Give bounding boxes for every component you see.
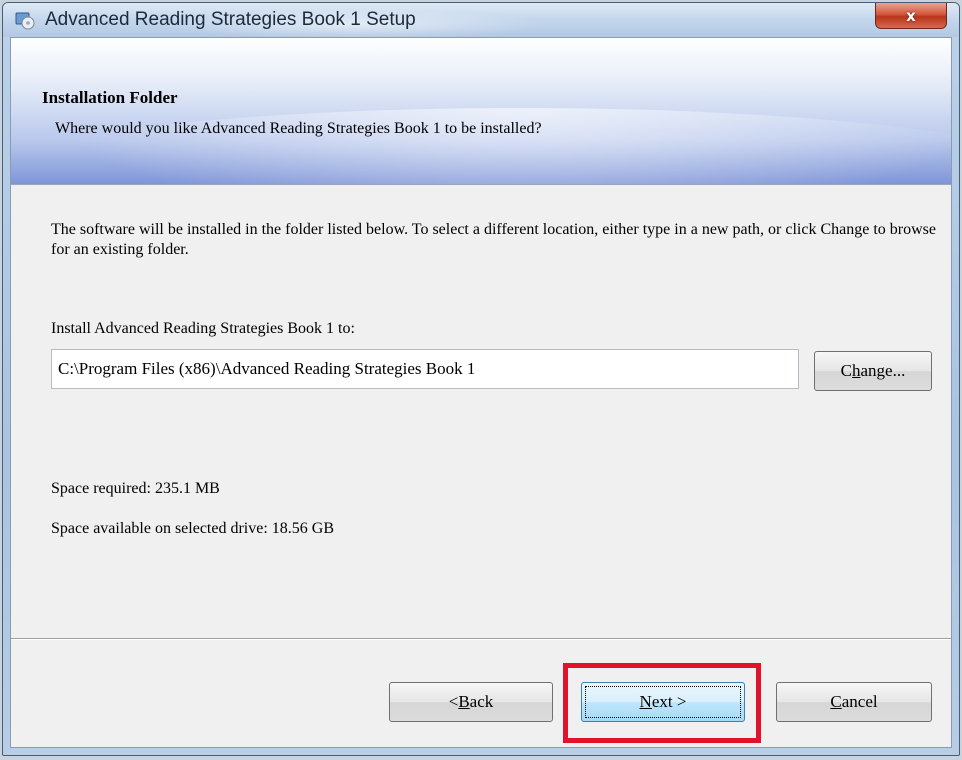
setup-window: Advanced Reading Strategies Book 1 Setup… — [2, 2, 960, 756]
next-button-focus-rect — [585, 686, 741, 718]
back-button-pre: < — [448, 692, 459, 711]
back-button[interactable]: < Back — [389, 682, 553, 722]
cancel-button-accel: C — [830, 692, 842, 711]
back-button-post: ack — [469, 692, 494, 711]
install-path-label: Install Advanced Reading Strategies Book… — [51, 320, 355, 337]
header-banner — [11, 38, 951, 185]
window-title: Advanced Reading Strategies Book 1 Setup — [45, 9, 416, 30]
cancel-button[interactable]: Cancel — [776, 682, 932, 722]
dialog-client-area: Installation Folder Where would you like… — [10, 37, 952, 748]
cancel-button-post: ancel — [841, 692, 878, 711]
setup-disc-icon — [15, 10, 35, 30]
page-title: Installation Folder — [42, 88, 178, 107]
space-required-text: Space required: 235.1 MB — [51, 480, 220, 497]
page-subtitle: Where would you like Advanced Reading St… — [55, 120, 542, 137]
install-path-input[interactable] — [51, 349, 799, 389]
change-button-post: ange... — [860, 361, 906, 380]
description-text: The software will be installed in the fo… — [51, 221, 936, 258]
close-icon: x — [906, 6, 916, 25]
space-available-text: Space available on selected drive: 18.56… — [51, 520, 335, 537]
footer-separator — [11, 638, 951, 640]
back-button-accel: B — [458, 692, 470, 711]
change-button-accel: h — [852, 361, 861, 380]
next-button[interactable]: Next > — [581, 682, 745, 722]
change-button[interactable]: Ch ange... — [814, 351, 932, 391]
title-bar[interactable]: Advanced Reading Strategies Book 1 Setup… — [3, 3, 959, 39]
close-button[interactable]: x — [875, 3, 947, 29]
change-button-pre: C — [840, 361, 852, 380]
